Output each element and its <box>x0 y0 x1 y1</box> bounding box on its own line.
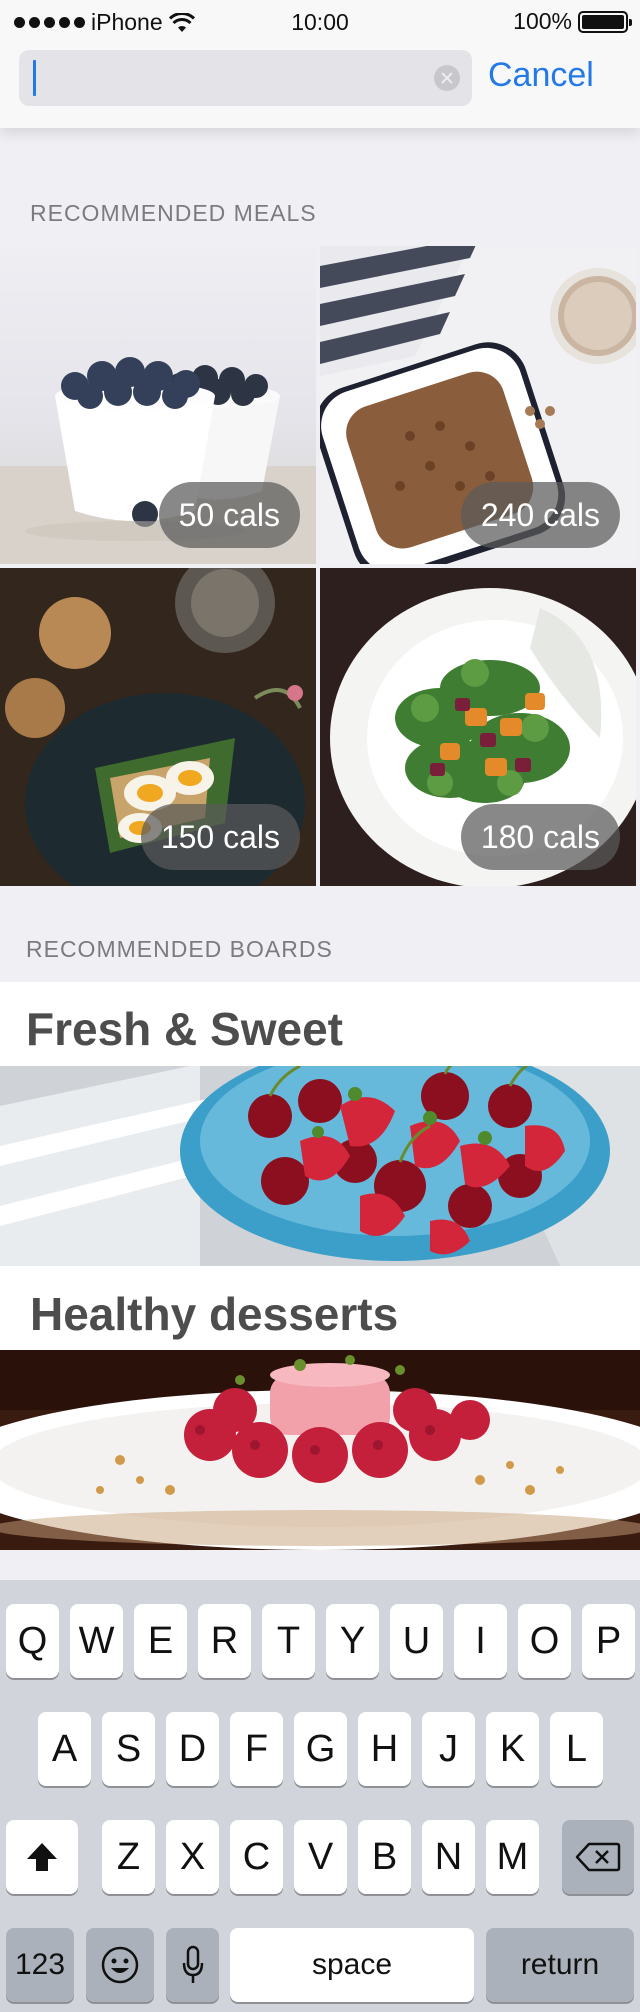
key-i[interactable]: I <box>454 1604 507 1678</box>
calorie-badge: 180 cals <box>460 804 620 870</box>
key-o[interactable]: O <box>518 1604 571 1678</box>
board-image <box>0 1066 640 1266</box>
meal-card-4[interactable]: 180 cals <box>320 568 636 886</box>
key-x[interactable]: X <box>166 1820 219 1894</box>
meal-card-3[interactable]: 150 cals <box>0 568 316 886</box>
clear-icon[interactable] <box>434 65 460 91</box>
key-a[interactable]: A <box>38 1712 91 1786</box>
key-v[interactable]: V <box>294 1820 347 1894</box>
keyboard: Q W E R T Y U I O P A S D F G H J K L Z … <box>0 1580 640 2012</box>
key-t[interactable]: T <box>262 1604 315 1678</box>
board-title: Healthy desserts <box>30 1288 399 1340</box>
key-g[interactable]: G <box>294 1712 347 1786</box>
key-q[interactable]: Q <box>6 1604 59 1678</box>
key-z[interactable]: Z <box>102 1820 155 1894</box>
raspberry-dessert-image <box>0 1350 640 1550</box>
key-e[interactable]: E <box>134 1604 187 1678</box>
key-w[interactable]: W <box>70 1604 123 1678</box>
key-p[interactable]: P <box>582 1604 635 1678</box>
search-field[interactable] <box>19 50 472 106</box>
key-u[interactable]: U <box>390 1604 443 1678</box>
key-y[interactable]: Y <box>326 1604 379 1678</box>
backspace-icon <box>575 1842 621 1872</box>
cherries-strawberries-image <box>0 1066 640 1266</box>
calorie-badge: 240 cals <box>460 482 620 548</box>
cancel-button[interactable]: Cancel <box>488 56 594 95</box>
board-title: Fresh & Sweet <box>26 1003 343 1055</box>
microphone-icon <box>182 1945 203 1983</box>
delete-key[interactable] <box>562 1820 634 1894</box>
key-d[interactable]: D <box>166 1712 219 1786</box>
key-k[interactable]: K <box>486 1712 539 1786</box>
key-r[interactable]: R <box>198 1604 251 1678</box>
status-bar: iPhone 10:00 100% <box>0 0 640 44</box>
key-l[interactable]: L <box>550 1712 603 1786</box>
search-input[interactable] <box>33 58 433 98</box>
emoji-key[interactable] <box>86 1928 154 2002</box>
calorie-badge: 150 cals <box>140 804 300 870</box>
meal-card-1[interactable]: 50 cals <box>0 246 316 564</box>
dictation-key[interactable] <box>166 1928 219 2002</box>
key-n[interactable]: N <box>422 1820 475 1894</box>
calorie-badge: 50 cals <box>158 482 300 548</box>
return-key[interactable]: return <box>486 1928 634 2002</box>
battery-percent: 100% <box>513 8 572 34</box>
meals-section-label: RECOMMENDED MEALS <box>30 200 317 226</box>
key-h[interactable]: H <box>358 1712 411 1786</box>
key-j[interactable]: J <box>422 1712 475 1786</box>
emoji-icon <box>101 1946 139 1984</box>
battery-icon <box>578 10 632 33</box>
key-c[interactable]: C <box>230 1820 283 1894</box>
key-f[interactable]: F <box>230 1712 283 1786</box>
space-key[interactable]: space <box>230 1928 474 2002</box>
meal-card-2[interactable]: 240 cals <box>320 246 636 564</box>
shift-key[interactable] <box>6 1820 78 1894</box>
text-caret <box>33 60 36 96</box>
boards-section-label: RECOMMENDED BOARDS <box>26 936 333 962</box>
shift-icon <box>27 1843 57 1871</box>
numbers-key[interactable]: 123 <box>6 1928 74 2002</box>
key-s[interactable]: S <box>102 1712 155 1786</box>
board-image <box>0 1350 640 1550</box>
key-b[interactable]: B <box>358 1820 411 1894</box>
status-right: 100% <box>513 8 632 35</box>
key-m[interactable]: M <box>486 1820 539 1894</box>
search-header: iPhone 10:00 100% Cancel <box>0 0 640 128</box>
